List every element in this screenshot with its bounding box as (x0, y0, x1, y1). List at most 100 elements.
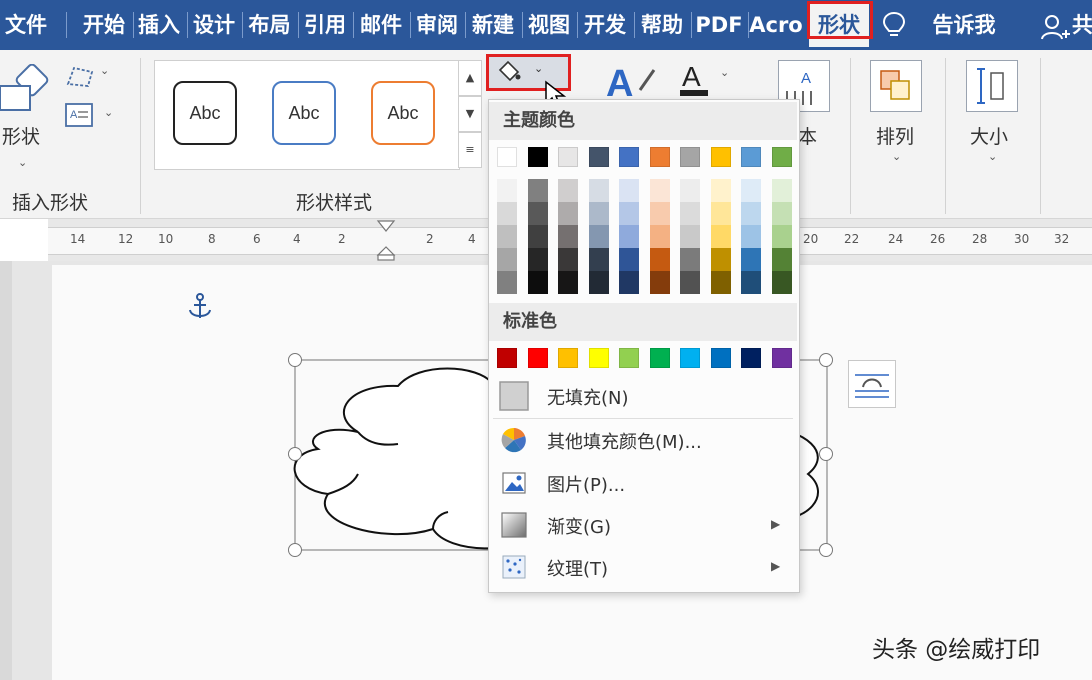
theme-shade-swatch[interactable] (680, 202, 700, 225)
tab-layout[interactable]: 布局 (243, 0, 296, 50)
theme-color-swatch[interactable] (741, 147, 761, 167)
standard-color-swatch[interactable] (710, 348, 731, 368)
lightbulb-icon[interactable] (880, 10, 908, 40)
tab-pdf[interactable]: PDF (692, 0, 746, 50)
menu-item-gradient[interactable]: 渐变(G) ▶ (489, 504, 797, 546)
theme-shade-swatch[interactable] (710, 179, 731, 202)
theme-shade-swatch[interactable] (710, 225, 731, 248)
theme-shade-swatch[interactable] (527, 248, 548, 271)
resize-handle-middle-left[interactable] (288, 447, 302, 461)
theme-shade-swatch[interactable] (649, 271, 670, 294)
text-group-label[interactable]: 本 (798, 122, 817, 149)
theme-shade-swatch[interactable] (710, 202, 731, 225)
share-person-icon[interactable] (1040, 12, 1070, 42)
theme-shade-swatch[interactable] (588, 179, 609, 202)
resize-handle-bottom-right[interactable] (819, 543, 833, 557)
theme-shade-swatch[interactable] (527, 202, 548, 225)
resize-handle-top-right[interactable] (819, 353, 833, 367)
theme-color-swatch[interactable] (527, 147, 548, 167)
theme-shade-swatch[interactable] (710, 271, 731, 294)
theme-shade-swatch[interactable] (588, 202, 609, 225)
edit-shape-icon[interactable] (64, 64, 98, 90)
theme-shade-swatch[interactable] (771, 225, 792, 248)
theme-shade-swatch[interactable] (741, 179, 761, 202)
theme-color-swatch[interactable] (619, 147, 639, 167)
tab-review[interactable]: 审阅 (411, 0, 463, 50)
standard-color-swatch[interactable] (649, 348, 670, 368)
tab-acrobat[interactable]: Acro (749, 0, 803, 50)
theme-shade-swatch[interactable] (680, 248, 700, 271)
theme-color-swatch[interactable] (649, 147, 670, 167)
arrange-chevron[interactable]: ⌄ (892, 150, 901, 163)
theme-color-swatch[interactable] (710, 147, 731, 167)
standard-color-swatch[interactable] (588, 348, 609, 368)
text-box-icon[interactable]: A (64, 102, 94, 128)
theme-shade-swatch[interactable] (649, 225, 670, 248)
theme-color-swatch[interactable] (558, 147, 578, 167)
theme-shade-swatch[interactable] (497, 271, 517, 294)
theme-shade-swatch[interactable] (649, 202, 670, 225)
tab-new[interactable]: 新建 (466, 0, 520, 50)
menu-item-texture[interactable]: 纹理(T) ▶ (489, 546, 797, 588)
theme-shade-swatch[interactable] (771, 248, 792, 271)
theme-shade-swatch[interactable] (558, 179, 578, 202)
theme-shade-swatch[interactable] (771, 202, 792, 225)
theme-color-swatch[interactable] (588, 147, 609, 167)
theme-shade-swatch[interactable] (680, 271, 700, 294)
theme-color-swatch[interactable] (497, 147, 517, 167)
theme-shade-swatch[interactable] (527, 271, 548, 294)
standard-color-swatch[interactable] (558, 348, 578, 368)
tab-home[interactable]: 开始 (76, 0, 132, 50)
theme-shade-swatch[interactable] (741, 225, 761, 248)
theme-shade-swatch[interactable] (649, 179, 670, 202)
shape-style-orange[interactable]: Abc (371, 81, 435, 145)
theme-shade-swatch[interactable] (497, 202, 517, 225)
tab-mailings[interactable]: 邮件 (354, 0, 408, 50)
theme-shade-swatch[interactable] (497, 225, 517, 248)
arrange-label[interactable]: 排列 (876, 122, 914, 149)
shape-style-blue[interactable]: Abc (272, 81, 336, 145)
theme-color-swatch[interactable] (680, 147, 700, 167)
tab-file[interactable]: 文件 (0, 0, 52, 50)
tab-design[interactable]: 设计 (188, 0, 240, 50)
share-label[interactable]: 共 (1072, 0, 1092, 50)
standard-color-swatch[interactable] (619, 348, 639, 368)
size-button[interactable] (966, 60, 1018, 112)
theme-shade-swatch[interactable] (619, 271, 639, 294)
theme-shade-swatch[interactable] (771, 179, 792, 202)
menu-item-more-fill-colors[interactable]: 其他填充颜色(M)... (489, 419, 797, 461)
theme-shade-swatch[interactable] (619, 179, 639, 202)
resize-handle-bottom-left[interactable] (288, 543, 302, 557)
theme-shade-swatch[interactable] (588, 271, 609, 294)
gallery-scroll-up[interactable]: ▲ (458, 60, 482, 96)
theme-shade-swatch[interactable] (741, 248, 761, 271)
tab-references[interactable]: 引用 (299, 0, 351, 50)
standard-color-swatch[interactable] (497, 348, 517, 368)
theme-shade-swatch[interactable] (771, 271, 792, 294)
layout-options-button[interactable] (848, 360, 896, 408)
gallery-more[interactable]: ≡ (458, 132, 482, 168)
arrange-button[interactable] (870, 60, 922, 112)
theme-shade-swatch[interactable] (680, 179, 700, 202)
theme-shade-swatch[interactable] (649, 248, 670, 271)
tell-me-search[interactable]: 告诉我 (924, 0, 1004, 50)
text-fill-icon[interactable]: A (676, 60, 716, 100)
text-fill-chevron[interactable]: ⌄ (720, 66, 729, 79)
theme-shade-swatch[interactable] (619, 248, 639, 271)
tab-view[interactable]: 视图 (523, 0, 575, 50)
indent-marker[interactable] (376, 219, 396, 261)
theme-shade-swatch[interactable] (588, 248, 609, 271)
standard-color-swatch[interactable] (741, 348, 761, 368)
theme-shade-swatch[interactable] (558, 271, 578, 294)
tab-help[interactable]: 帮助 (635, 0, 689, 50)
theme-shade-swatch[interactable] (741, 202, 761, 225)
theme-shade-swatch[interactable] (527, 179, 548, 202)
tab-insert[interactable]: 插入 (134, 0, 184, 50)
standard-color-swatch[interactable] (680, 348, 700, 368)
edit-shape-chevron[interactable]: ⌄ (100, 64, 109, 77)
theme-shade-swatch[interactable] (588, 225, 609, 248)
standard-color-swatch[interactable] (771, 348, 792, 368)
tab-developer[interactable]: 开发 (578, 0, 632, 50)
size-label[interactable]: 大小 (970, 122, 1008, 149)
theme-shade-swatch[interactable] (680, 225, 700, 248)
